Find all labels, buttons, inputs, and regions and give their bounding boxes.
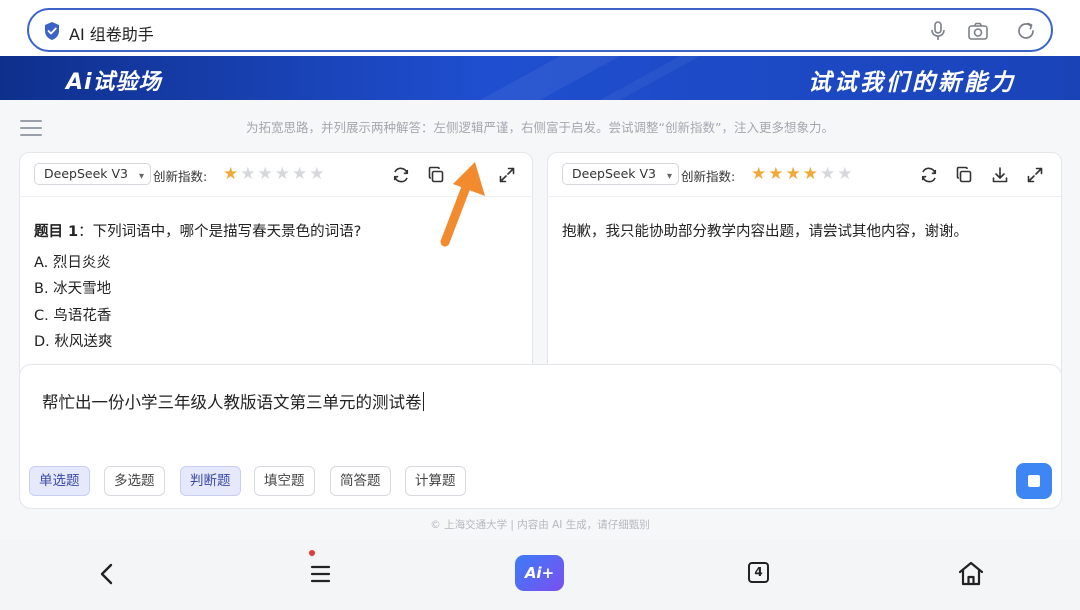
star-icon[interactable]: ★ (258, 164, 275, 184)
hint-text: 为拓宽思路，并列展示两种解答：左侧逻辑严谨，右侧富于启发。尝试调整“创新指数”，… (246, 120, 834, 135)
banner-slogan: 试试我们的新能力 (808, 70, 1016, 96)
star-icon[interactable]: ★ (768, 164, 785, 184)
regenerate-icon[interactable] (391, 165, 411, 185)
stop-button[interactable] (1016, 463, 1052, 499)
home-icon[interactable] (954, 557, 988, 591)
prompt-input-area[interactable]: 帮忙出一份小学三年级人教版语文第三单元的测试卷 单选题 多选题 判断题 填空题 简答题计… (19, 364, 1062, 509)
bottom-nav: Ai+ 4 (0, 540, 1080, 610)
tabs-button[interactable]: 4 (748, 562, 769, 583)
back-icon[interactable] (91, 557, 125, 591)
question-label: 题目 1 (34, 224, 79, 240)
question-type-tag[interactable]: 填空题 (254, 466, 315, 496)
annotation-arrow-icon (440, 162, 485, 247)
model-select[interactable]: DeepSeek V3 ▾ (34, 163, 151, 185)
innovation-label: 创新指数: (681, 169, 736, 184)
option-c: C. 鸟语花香 (34, 307, 112, 324)
star-icon[interactable]: ★ (820, 164, 837, 184)
footer-note: © 上海交通大学 | 内容由 AI 生成，请仔细甄别 (430, 519, 650, 531)
innovation-rating[interactable]: ★★★★★★ (751, 164, 855, 184)
model-select-value: DeepSeek V3 (572, 166, 656, 181)
answer-panel-right: DeepSeek V3 ▾ 创新指数: ★★★★★★ 抱歉，我只能协助部分教学内… (547, 152, 1062, 382)
search-bar[interactable]: AI 组卷助手 (27, 8, 1053, 52)
star-icon[interactable]: ★ (223, 164, 240, 184)
text-caret (422, 392, 424, 411)
star-icon[interactable]: ★ (751, 164, 768, 184)
innovation-rating[interactable]: ★★★★★★ (223, 164, 327, 184)
expand-icon[interactable] (1025, 165, 1045, 185)
header-banner: Ai试验场 试试我们的新能力 (0, 56, 1080, 100)
star-icon[interactable]: ★ (309, 164, 326, 184)
question-type-tag[interactable]: 单选题 (29, 466, 90, 496)
menu-icon[interactable] (303, 557, 337, 591)
shield-check-icon (45, 22, 59, 40)
copy-icon[interactable] (954, 165, 974, 185)
search-query[interactable]: AI 组卷助手 (69, 21, 154, 45)
camera-icon[interactable] (967, 20, 989, 42)
star-icon[interactable]: ★ (837, 164, 854, 184)
expand-icon[interactable] (497, 165, 517, 185)
response-text: 抱歉，我只能协助部分教学内容出题，请尝试其他内容，谢谢。 (562, 224, 968, 240)
option-d: D. 秋风送爽 (34, 334, 113, 350)
question-text: ：下列词语中，哪个是描写春天景色的词语? (78, 224, 362, 240)
microphone-icon[interactable] (927, 20, 949, 42)
star-icon[interactable]: ★ (240, 164, 257, 184)
star-icon[interactable]: ★ (275, 164, 292, 184)
star-icon[interactable]: ★ (786, 164, 803, 184)
panel-content: 抱歉，我只能协助部分教学内容出题，请尝试其他内容，谢谢。 (562, 219, 1047, 246)
notification-dot (309, 550, 315, 556)
chevron-down-icon: ▾ (138, 171, 144, 182)
model-select-value: DeepSeek V3 (44, 166, 128, 181)
option-a: A. 烈日炎炎 (34, 254, 111, 271)
question-type-tag[interactable]: 计算题 (405, 466, 466, 496)
prompt-input[interactable]: 帮忙出一份小学三年级人教版语文第三单元的测试卷 (42, 389, 424, 413)
option-b: B. 冰天雪地 (34, 281, 112, 297)
chevron-down-icon: ▾ (666, 171, 672, 182)
panel-header: DeepSeek V3 ▾ 创新指数: ★★★★★★ (548, 153, 1061, 197)
question-type-tag[interactable]: 简答题 (330, 466, 391, 496)
download-icon[interactable] (990, 165, 1010, 185)
prompt-text: 帮忙出一份小学三年级人教版语文第三单元的测试卷 (42, 393, 422, 412)
question-type-tag[interactable]: 多选题 (104, 466, 165, 496)
star-icon[interactable]: ★ (292, 164, 309, 184)
regenerate-icon[interactable] (919, 165, 939, 185)
browser-address-area: AI 组卷助手 (0, 0, 1080, 56)
star-icon[interactable]: ★ (803, 164, 820, 184)
model-select[interactable]: DeepSeek V3 ▾ (562, 163, 679, 185)
banner-logo[interactable]: Ai试验场 (66, 64, 162, 96)
question-type-tag[interactable]: 判断题 (180, 466, 241, 496)
refresh-icon[interactable] (1015, 20, 1037, 42)
stop-icon (1028, 475, 1040, 487)
ai-assistant-button[interactable]: Ai+ (515, 555, 564, 591)
innovation-label: 创新指数: (153, 169, 208, 184)
